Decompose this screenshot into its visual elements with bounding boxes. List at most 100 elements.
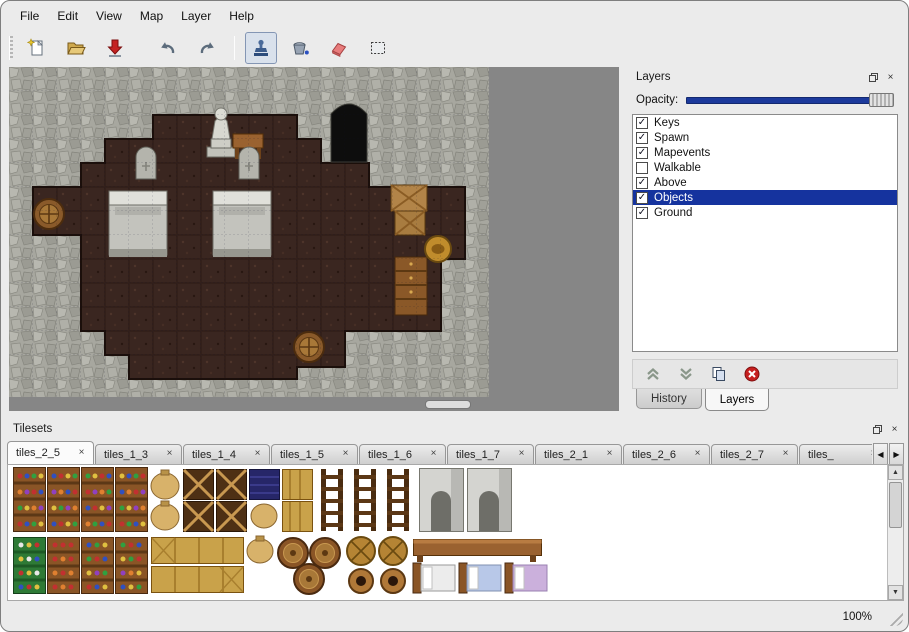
close-tab-icon[interactable]: × [515, 448, 528, 461]
layer-row[interactable]: ✓ Mapevents [633, 145, 897, 160]
tileset-tab[interactable]: tiles_1_4 × [183, 444, 270, 465]
close-tab-icon[interactable]: × [163, 448, 176, 461]
menu-layer[interactable]: Layer [172, 7, 220, 25]
tileset-tab[interactable]: tiles_1_5 × [271, 444, 358, 465]
layer-row-selected[interactable]: ✓ Objects [633, 190, 897, 205]
layer-row[interactable]: ✓ Keys [633, 115, 897, 130]
bed-blue-tile[interactable] [459, 563, 501, 593]
opacity-slider[interactable] [686, 92, 894, 108]
shelf-tiles[interactable] [116, 538, 148, 594]
barrel-tiles[interactable] [347, 537, 407, 565]
delete-layer-button[interactable] [742, 364, 762, 384]
map-horizontal-scrollbar[interactable] [9, 400, 619, 410]
select-tool-button[interactable] [362, 32, 394, 64]
close-panel-icon[interactable]: × [887, 422, 902, 436]
tileset-tab[interactable]: tiles_1_3 × [95, 444, 182, 465]
long-crate-tiles[interactable] [152, 538, 244, 593]
close-tab-icon[interactable]: × [603, 448, 616, 461]
move-layer-down-button[interactable] [676, 364, 696, 384]
sack-tile[interactable] [247, 536, 273, 563]
shelf-tiles[interactable] [82, 538, 114, 594]
opacity-slider-track[interactable] [686, 97, 892, 104]
close-tab-icon[interactable]: × [691, 448, 704, 461]
tileset-tab[interactable]: tiles_2_1 × [535, 444, 622, 465]
tileset-vscroll-thumb[interactable] [889, 482, 902, 528]
fill-tool-button[interactable] [284, 32, 316, 64]
tileset-tab[interactable]: tiles_2_7 × [711, 444, 798, 465]
shelf-tiles[interactable] [48, 468, 80, 532]
stamp-tool-button[interactable] [245, 32, 277, 64]
bed-white-tile[interactable] [413, 563, 455, 593]
duplicate-layer-button[interactable] [709, 364, 729, 384]
stone-block-tiles[interactable] [420, 469, 512, 532]
float-panel-icon[interactable] [870, 422, 885, 436]
layer-row[interactable]: ✓ Spawn [633, 130, 897, 145]
shelf-tiles[interactable] [82, 468, 114, 532]
menu-file[interactable]: File [11, 7, 48, 25]
layer-checkbox[interactable]: ✓ [636, 207, 648, 219]
layers-list: ✓ Keys ✓ Spawn ✓ Mapevents Walkable ✓ Ab… [632, 114, 898, 352]
barrel-stack-tiles[interactable] [278, 538, 340, 594]
float-panel-icon[interactable] [866, 70, 881, 84]
map-canvas[interactable] [9, 67, 489, 397]
menu-map[interactable]: Map [131, 7, 172, 25]
ladder-tiles[interactable] [321, 469, 409, 531]
tileset-tab[interactable]: tiles_2_6 × [623, 444, 710, 465]
tab-layers[interactable]: Layers [705, 389, 770, 411]
resize-grip[interactable] [888, 611, 903, 626]
tileset-tiles[interactable] [11, 467, 551, 597]
toolbar-grip[interactable] [9, 36, 13, 60]
open-button[interactable] [60, 32, 92, 64]
close-tab-icon[interactable]: × [427, 448, 440, 461]
close-tab-icon[interactable]: × [75, 447, 88, 460]
tileset-tab[interactable]: tiles_1_7 × [447, 444, 534, 465]
tileset-tab[interactable]: tiles_1_6 × [359, 444, 446, 465]
scroll-tabs-left-button[interactable]: ◀ [873, 443, 888, 465]
shelf-tiles[interactable] [48, 538, 80, 594]
bench-tile[interactable] [414, 540, 542, 563]
green-shelf-tile[interactable] [14, 538, 46, 594]
layer-row[interactable]: ✓ Above [633, 175, 897, 190]
sack-tiles[interactable] [151, 470, 179, 530]
scroll-up-icon[interactable]: ▲ [888, 465, 903, 480]
bed-purple-tile[interactable] [505, 563, 547, 593]
scroll-tabs-right-button[interactable]: ▶ [889, 443, 904, 465]
layer-checkbox[interactable]: ✓ [636, 147, 648, 159]
crate-tiles[interactable] [184, 470, 247, 532]
map-hscroll-thumb[interactable] [425, 400, 471, 409]
layer-checkbox[interactable]: ✓ [636, 192, 648, 204]
layer-row[interactable]: ✓ Ground [633, 205, 897, 220]
menu-view[interactable]: View [87, 7, 131, 25]
layer-checkbox[interactable] [636, 162, 648, 174]
shelf-tiles[interactable] [14, 468, 46, 532]
tan-crate-tiles[interactable] [283, 470, 313, 532]
navy-crate-tile[interactable] [250, 470, 280, 529]
eraser-tool-button[interactable] [323, 32, 355, 64]
scroll-down-icon[interactable]: ▼ [888, 585, 903, 600]
new-button[interactable] [21, 32, 53, 64]
close-tab-icon[interactable]: × [339, 448, 352, 461]
close-tab-icon[interactable]: × [251, 448, 264, 461]
close-tab-icon[interactable]: × [779, 448, 792, 461]
layer-checkbox[interactable]: ✓ [636, 177, 648, 189]
layer-checkbox[interactable]: ✓ [636, 117, 648, 129]
opacity-slider-handle[interactable] [869, 93, 894, 107]
tileset-vertical-scrollbar[interactable]: ▲ ▼ [887, 465, 903, 600]
redo-button[interactable] [191, 32, 223, 64]
layer-checkbox[interactable]: ✓ [636, 132, 648, 144]
shelf-tiles[interactable] [116, 468, 148, 532]
close-panel-icon[interactable]: × [883, 70, 898, 84]
tileset-tab[interactable]: tiles_ × [799, 444, 872, 465]
tab-history[interactable]: History [636, 389, 702, 409]
save-button[interactable] [99, 32, 131, 64]
layer-row[interactable]: Walkable [633, 160, 897, 175]
move-layer-up-button[interactable] [643, 364, 663, 384]
tileset-tab-active[interactable]: tiles_2_5 × [7, 441, 94, 465]
undo-button[interactable] [152, 32, 184, 64]
map-viewport[interactable] [9, 67, 619, 411]
tileset-viewport[interactable]: ▲ ▼ [7, 464, 904, 601]
menu-edit[interactable]: Edit [48, 7, 87, 25]
menu-help[interactable]: Help [220, 7, 263, 25]
layers-panel: Layers × Opacity: ✓ Keys ✓ Spawn [628, 67, 902, 411]
clay-pot-tiles[interactable] [349, 569, 405, 593]
